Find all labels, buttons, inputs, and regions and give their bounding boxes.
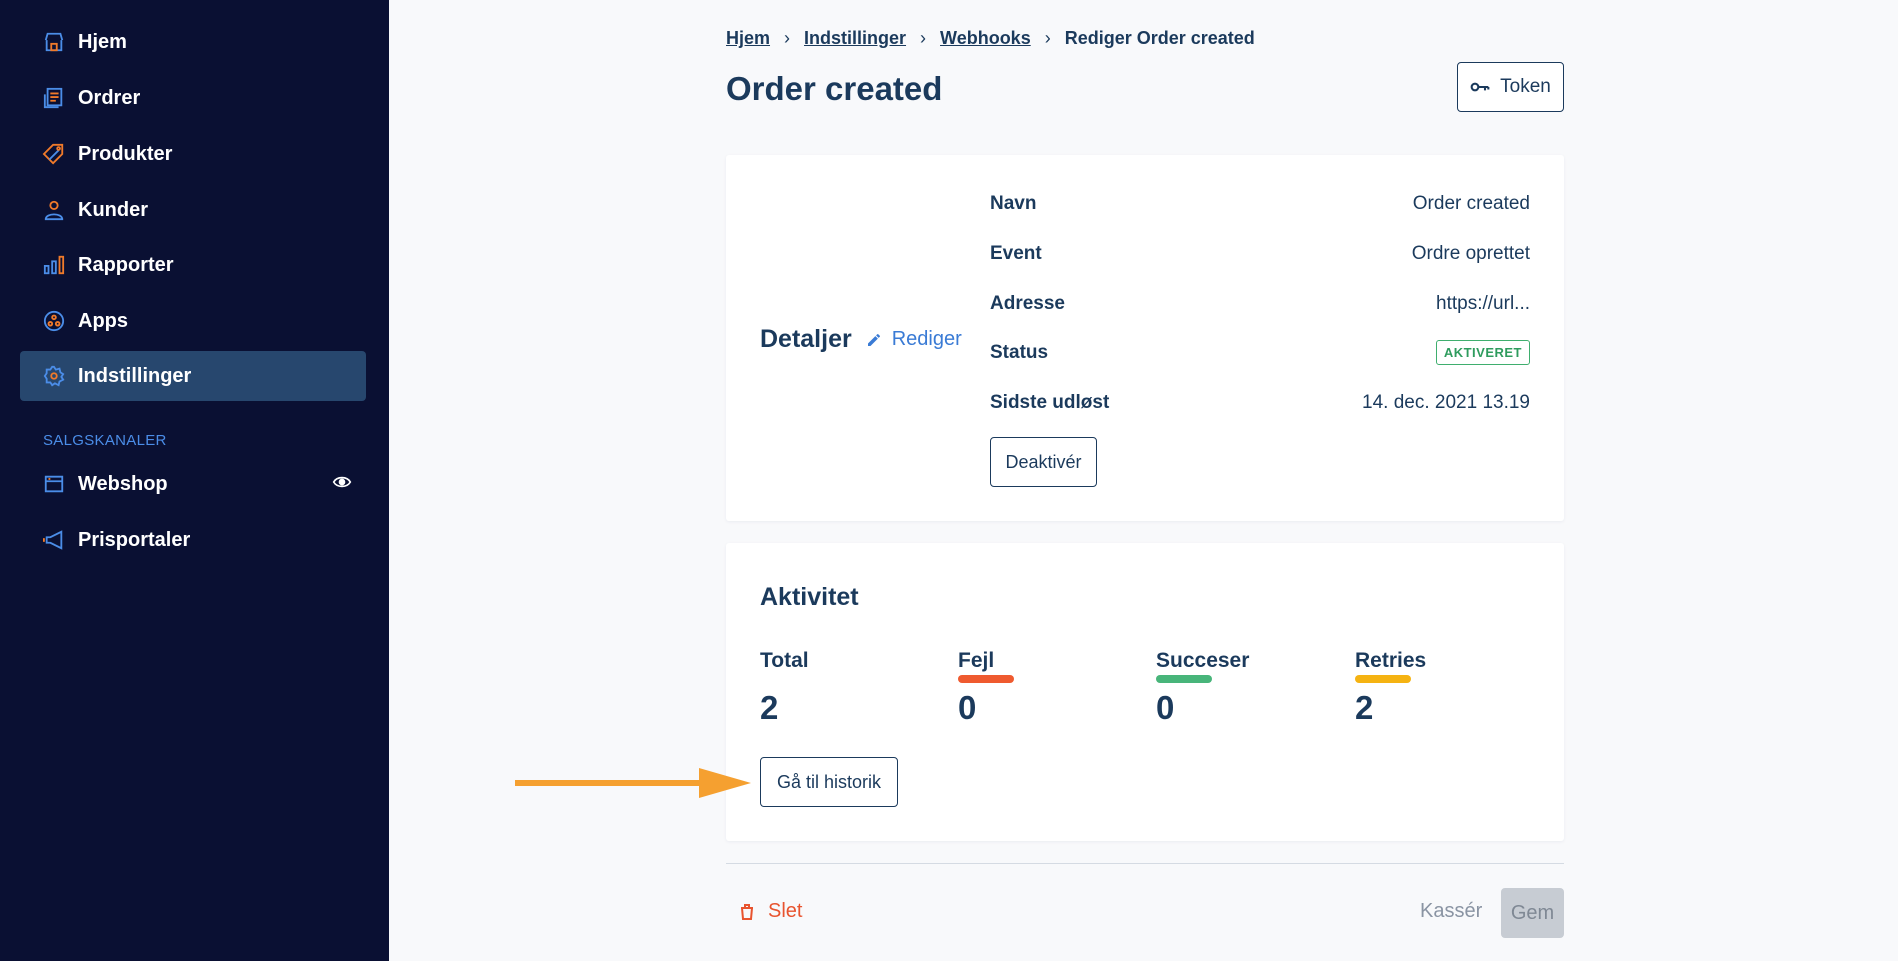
discard-button[interactable]: Kassér: [1420, 900, 1482, 923]
detail-row-navn: Navn Order created: [990, 193, 1530, 215]
section-title-salgskanaler: SALGSKANALER: [43, 432, 167, 449]
stat-value: 0: [1156, 689, 1175, 726]
detail-row-status: Status AKTIVERET: [990, 340, 1530, 365]
stat-color-bar: [1156, 675, 1212, 683]
megaphone-icon: [42, 528, 66, 552]
sidebar-item-label: Kunder: [78, 198, 148, 221]
sidebar-item-kunder[interactable]: Kunder: [20, 185, 366, 235]
sidebar-item-label: Prisportaler: [78, 528, 191, 551]
eye-icon[interactable]: [332, 472, 352, 498]
details-title: Detaljer: [760, 325, 852, 353]
tag-icon: [42, 142, 66, 166]
stat-value: 0: [958, 689, 977, 726]
stat-color-bar: [958, 675, 1014, 683]
stat-retries: Retries 2: [1355, 649, 1535, 726]
detail-value: Ordre oprettet: [1411, 243, 1530, 264]
activity-card: Aktivitet Total 2 Fejl 0 Succeser 0 Retr…: [726, 543, 1564, 841]
stat-color-bar: [1355, 675, 1411, 683]
person-icon: [42, 198, 66, 222]
detail-row-adresse: Adresse https://url...: [990, 293, 1530, 315]
stat-label: Retries: [1355, 649, 1427, 672]
annotation-arrow-icon: [515, 768, 751, 798]
stat-succeser: Succeser 0: [1156, 649, 1336, 726]
sidebar: Hjem Ordrer Produkter Kunder Rapporter A…: [0, 0, 389, 961]
stat-total: Total 2: [760, 649, 940, 726]
breadcrumb-link-webhooks[interactable]: Webhooks: [940, 28, 1031, 49]
sidebar-item-prisportaler[interactable]: Prisportaler: [20, 515, 366, 565]
history-button[interactable]: Gå til historik: [760, 757, 898, 807]
detail-value: Order created: [1412, 193, 1530, 214]
sidebar-item-label: Produkter: [78, 142, 173, 165]
save-button[interactable]: Gem: [1501, 888, 1564, 938]
breadcrumb-link-indstillinger[interactable]: Indstillinger: [804, 28, 906, 49]
details-card: Detaljer Rediger Navn Order created Even…: [726, 155, 1564, 521]
edit-link[interactable]: Rediger: [866, 328, 962, 351]
breadcrumb-link-hjem[interactable]: Hjem: [726, 28, 770, 49]
sidebar-item-ordrer[interactable]: Ordrer: [20, 73, 366, 123]
page-title: Order created: [726, 70, 943, 107]
delete-button-label: Slet: [768, 900, 803, 922]
receipt-icon: [42, 86, 66, 110]
detail-row-sidste-udloest: Sidste udløst 14. dec. 2021 13.19: [990, 392, 1530, 414]
sidebar-item-label: Webshop: [78, 472, 168, 495]
token-button-label: Token: [1500, 76, 1551, 97]
gear-icon: [42, 364, 66, 388]
breadcrumb-current: Rediger Order created: [1064, 28, 1255, 48]
delete-button[interactable]: Slet: [740, 900, 802, 923]
key-icon: [1470, 82, 1490, 92]
sidebar-item-produkter[interactable]: Produkter: [20, 129, 366, 179]
sidebar-item-label: Apps: [78, 309, 128, 332]
sidebar-item-hjem[interactable]: Hjem: [20, 17, 366, 67]
detail-key: Adresse: [990, 293, 1065, 314]
detail-value: 14. dec. 2021 13.19: [1362, 392, 1530, 413]
sidebar-item-label: Ordrer: [78, 86, 141, 109]
divider: [726, 863, 1564, 864]
sidebar-item-apps[interactable]: Apps: [20, 296, 366, 346]
stat-value: 2: [1355, 689, 1374, 726]
sidebar-item-label: Indstillinger: [78, 364, 192, 387]
stat-label: Fejl: [958, 649, 995, 672]
store-icon: [42, 30, 66, 54]
detail-key: Sidste udløst: [990, 392, 1110, 413]
sidebar-item-label: Rapporter: [78, 253, 174, 276]
stat-label: Succeser: [1156, 649, 1250, 672]
edit-link-label: Rediger: [891, 328, 962, 350]
sidebar-item-indstillinger[interactable]: Indstillinger: [20, 351, 366, 401]
stat-label: Total: [760, 649, 809, 672]
chevron-right-icon: ›: [920, 28, 927, 48]
chevron-right-icon: ›: [1044, 28, 1051, 48]
sidebar-item-rapporter[interactable]: Rapporter: [20, 240, 366, 290]
detail-value: https://url...: [1436, 293, 1530, 314]
detail-key: Status: [990, 341, 1049, 363]
pencil-icon: [867, 333, 880, 346]
detail-key: Event: [990, 243, 1042, 264]
stat-fejl: Fejl 0: [958, 649, 1138, 726]
stat-value: 2: [760, 689, 779, 726]
sidebar-item-label: Hjem: [78, 30, 127, 53]
detail-row-event: Event Ordre oprettet: [990, 243, 1530, 265]
status-badge: AKTIVERET: [1435, 340, 1530, 365]
trash-icon: [741, 903, 753, 920]
detail-key: Navn: [990, 193, 1037, 214]
apps-icon: [42, 309, 66, 333]
details-header: Detaljer Rediger: [760, 325, 962, 354]
bar-chart-icon: [42, 253, 66, 277]
sidebar-item-webshop[interactable]: Webshop: [20, 459, 366, 509]
chevron-right-icon: ›: [784, 28, 791, 48]
deactivate-button[interactable]: Deaktivér: [990, 437, 1097, 487]
breadcrumb: Hjem › Indstillinger › Webhooks › Redige…: [726, 28, 1255, 49]
token-button[interactable]: Token: [1457, 62, 1564, 112]
activity-title: Aktivitet: [760, 583, 859, 611]
shop-icon: [42, 472, 66, 496]
